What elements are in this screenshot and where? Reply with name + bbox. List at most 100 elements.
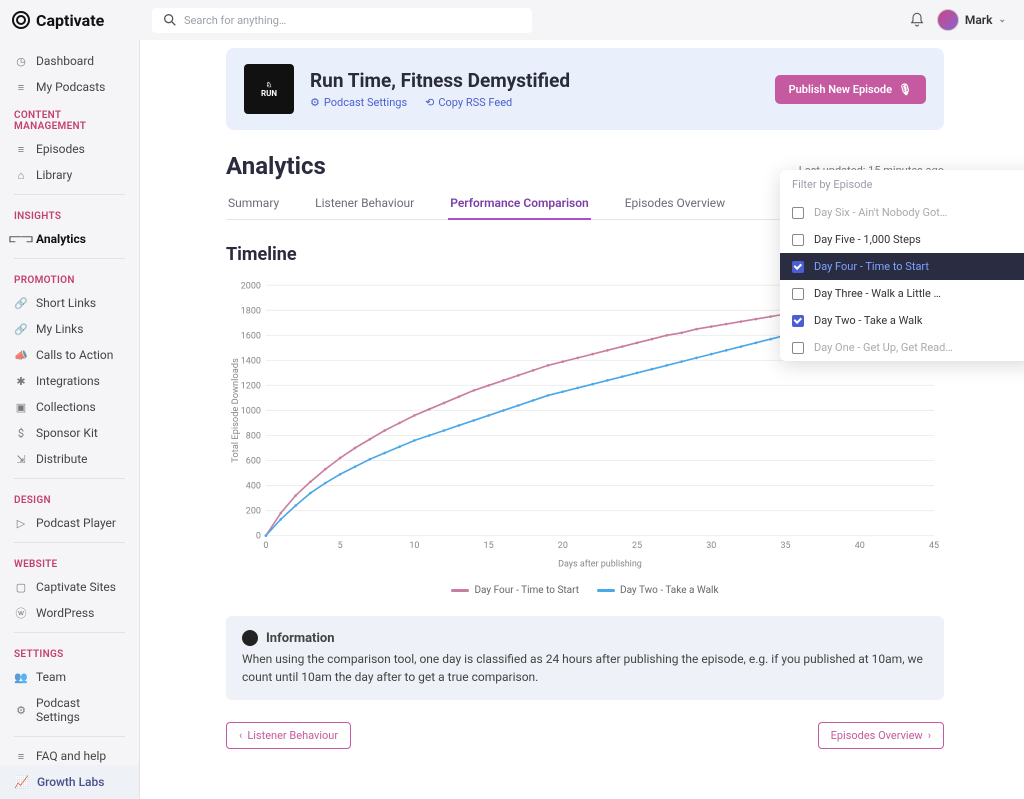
search-input[interactable]: Search for anything… xyxy=(152,8,532,33)
sidebar-item-dashboard[interactable]: ◷Dashboard xyxy=(0,48,139,74)
logo-mark-icon xyxy=(12,11,30,29)
tab-episodes-overview[interactable]: Episodes Overview xyxy=(623,192,727,219)
link-icon: 🔗 xyxy=(14,296,28,310)
filter-option[interactable]: Day Three - Walk a Little … xyxy=(780,280,1024,307)
copy-rss-link[interactable]: ⟲ Copy RSS Feed xyxy=(425,96,512,109)
sidebar-growth-labs[interactable]: 📈Growth Labs xyxy=(0,765,139,799)
svg-text:45: 45 xyxy=(929,541,939,551)
topbar: Captivate Search for anything… Mark ⌄ xyxy=(0,0,1024,40)
next-button[interactable]: Episodes Overview › xyxy=(818,722,944,749)
library-icon: ⌂ xyxy=(14,168,28,182)
sidebar-heading: INSIGHTS xyxy=(0,201,139,226)
sidebar-heading: WEBSITE xyxy=(0,549,139,574)
link-icon: 🔗 xyxy=(14,322,28,336)
svg-text:1000: 1000 xyxy=(241,406,261,416)
brand-logo[interactable]: Captivate xyxy=(12,11,140,30)
svg-text:600: 600 xyxy=(246,456,261,466)
sidebar-item-sponsor-kit[interactable]: $Sponsor Kit xyxy=(0,420,139,446)
brand-name: Captivate xyxy=(36,11,104,30)
svg-text:2000: 2000 xyxy=(241,281,261,291)
page-title: Analytics xyxy=(226,152,326,180)
tab-listener-behaviour[interactable]: Listener Behaviour xyxy=(313,192,416,219)
sidebar-heading: PROMOTION xyxy=(0,265,139,290)
svg-text:5: 5 xyxy=(338,541,343,551)
gear-icon: ⚙ xyxy=(14,703,28,717)
sidebar-heading: SETTINGS xyxy=(0,639,139,664)
sidebar-heading: DESIGN xyxy=(0,485,139,510)
svg-text:Days after publishing: Days after publishing xyxy=(558,560,642,570)
checkbox[interactable] xyxy=(792,288,804,300)
info-body: When using the comparison tool, one day … xyxy=(242,650,928,686)
filter-option[interactable]: Day Five - 1,000 Steps xyxy=(780,226,1024,253)
svg-text:400: 400 xyxy=(246,482,261,492)
sidebar-item-captivate-sites[interactable]: ▢Captivate Sites xyxy=(0,574,139,600)
publish-episode-button[interactable]: Publish New Episode 🎙 xyxy=(775,75,926,104)
growth-icon: 📈 xyxy=(14,775,29,789)
sidebar-item-collections[interactable]: ▣Collections xyxy=(0,394,139,420)
checkbox[interactable] xyxy=(792,315,804,327)
user-menu[interactable]: Mark ⌄ xyxy=(937,9,1006,31)
sidebar: ◷Dashboard≡My PodcastsCONTENT MANAGEMENT… xyxy=(0,40,140,799)
svg-text:10: 10 xyxy=(409,541,419,551)
checkbox[interactable] xyxy=(792,234,804,246)
sidebar-item-distribute[interactable]: ⇲Distribute xyxy=(0,446,139,472)
legend-item: Day Four - Time to Start xyxy=(451,585,579,596)
filter-option[interactable]: Day Two - Take a Walk xyxy=(780,307,1024,334)
sidebar-item-my-links[interactable]: 🔗My Links xyxy=(0,316,139,342)
chevron-down-icon: ⌄ xyxy=(998,15,1006,25)
microphone-icon: 🎙 xyxy=(898,83,912,96)
info-heading: Information xyxy=(266,631,335,646)
sidebar-item-library[interactable]: ⌂Library xyxy=(0,162,139,188)
sidebar-item-my-podcasts[interactable]: ≡My Podcasts xyxy=(0,74,139,100)
prev-button[interactable]: ‹ Listener Behaviour xyxy=(226,722,351,749)
svg-text:25: 25 xyxy=(632,541,642,551)
svg-text:Total Episode Downloads: Total Episode Downloads xyxy=(231,358,241,463)
tab-summary[interactable]: Summary xyxy=(226,192,281,219)
filter-popover: Filter by Episode Day Six - Ain't Nobody… xyxy=(780,170,1024,361)
list-icon: ≡ xyxy=(14,142,28,156)
main: ♘ RUN Run Time, Fitness Demystified ⚙ Po… xyxy=(140,40,1024,799)
sidebar-item-short-links[interactable]: 🔗Short Links xyxy=(0,290,139,316)
sidebar-item-podcast-player[interactable]: ▷Podcast Player xyxy=(0,510,139,536)
svg-text:800: 800 xyxy=(246,431,261,441)
rss-icon: ⟲ xyxy=(425,96,434,109)
svg-text:20: 20 xyxy=(558,541,568,551)
sidebar-item-integrations[interactable]: ✱Integrations xyxy=(0,368,139,394)
sidebar-item-wordpress[interactable]: ⓦWordPress xyxy=(0,600,139,626)
svg-text:35: 35 xyxy=(781,541,791,551)
window-icon: ▢ xyxy=(14,580,28,594)
show-artwork: ♘ RUN xyxy=(244,64,294,114)
filter-option[interactable]: Day Four - Time to Start xyxy=(780,253,1024,280)
podcast-settings-link[interactable]: ⚙ Podcast Settings xyxy=(310,96,407,109)
show-header: ♘ RUN Run Time, Fitness Demystified ⚙ Po… xyxy=(226,48,944,130)
plug-icon: ✱ xyxy=(14,374,28,388)
sidebar-item-episodes[interactable]: ≡Episodes xyxy=(0,136,139,162)
info-icon xyxy=(242,630,258,646)
list-icon: ≡ xyxy=(14,749,28,763)
checkbox[interactable] xyxy=(792,207,804,219)
users-icon: 👥 xyxy=(14,670,28,684)
bell-icon[interactable] xyxy=(909,12,925,28)
svg-text:15: 15 xyxy=(484,541,494,551)
checkbox[interactable] xyxy=(792,261,804,273)
sidebar-item-calls-to-action[interactable]: 📣Calls to Action xyxy=(0,342,139,368)
gear-icon: ⚙ xyxy=(310,96,320,109)
filter-heading: Filter by Episode xyxy=(780,170,1024,199)
wordpress-icon: ⓦ xyxy=(14,606,28,620)
gauge-icon: ◷ xyxy=(14,54,28,68)
filter-option[interactable]: Day One - Get Up, Get Read… xyxy=(780,334,1024,361)
dollar-icon: $ xyxy=(14,426,28,440)
svg-text:1200: 1200 xyxy=(241,381,261,391)
megaphone-icon: 📣 xyxy=(14,348,28,362)
sidebar-item-podcast-settings[interactable]: ⚙Podcast Settings xyxy=(0,690,139,730)
folder-icon: ▣ xyxy=(14,400,28,414)
info-box: Information When using the comparison to… xyxy=(226,616,944,700)
share-icon: ⇲ xyxy=(14,452,28,466)
chevron-right-icon: › xyxy=(928,729,931,742)
checkbox[interactable] xyxy=(792,342,804,354)
filter-option[interactable]: Day Six - Ain't Nobody Got… xyxy=(780,199,1024,226)
sidebar-item-analytics[interactable]: ⫍⫎Analytics xyxy=(0,226,139,252)
svg-text:0: 0 xyxy=(256,532,261,542)
sidebar-item-team[interactable]: 👥Team xyxy=(0,664,139,690)
tab-performance-comparison[interactable]: Performance Comparison xyxy=(448,192,591,220)
